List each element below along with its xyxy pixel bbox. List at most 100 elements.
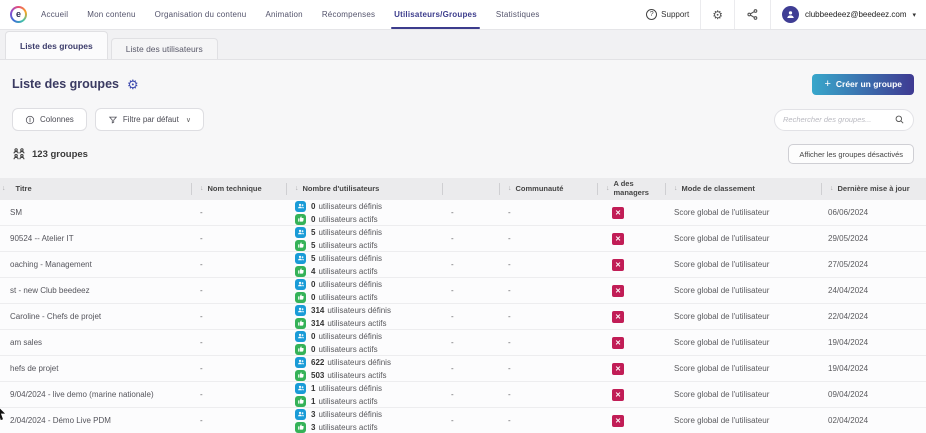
- nav-item-label: Récompenses: [322, 10, 375, 19]
- group-title: st - new Club beedeez: [10, 286, 90, 295]
- settings-button[interactable]: ⚙: [712, 0, 723, 29]
- nav-item-mon-contenu[interactable]: Mon contenu: [87, 0, 135, 29]
- cell-communaute: -: [500, 278, 598, 303]
- sort-icon[interactable]: ↓: [674, 185, 678, 193]
- column-header-label: Mode de classement: [682, 185, 755, 194]
- sort-icon[interactable]: ↓: [2, 185, 6, 193]
- users-defined-count: 1: [311, 384, 315, 393]
- sort-icon[interactable]: ↓: [830, 185, 834, 193]
- nav-item-label: Organisation du contenu: [155, 10, 247, 19]
- table-row[interactable]: am sales - 0 utilisateurs définis 0 util…: [0, 330, 926, 356]
- cell-mode-classement: Score global de l'utilisateur: [666, 382, 822, 407]
- updated-value: 06/06/2024: [828, 208, 868, 217]
- users-defined-label: utilisateurs définis: [327, 358, 391, 367]
- filter-button[interactable]: Filtre par défaut ∨: [95, 108, 204, 131]
- users-defined-count: 3: [311, 410, 315, 419]
- nav-item-organisation-du-contenu[interactable]: Organisation du contenu: [155, 0, 247, 29]
- users-active-icon: [295, 318, 306, 329]
- show-disabled-groups-button[interactable]: Afficher les groupes désactivés: [788, 144, 914, 164]
- users-defined-count: 622: [311, 358, 324, 367]
- users-active-label: utilisateurs actifs: [318, 293, 377, 302]
- group-title: oaching - Management: [10, 260, 92, 269]
- column-header[interactable]: ↓ Communauté: [500, 178, 598, 200]
- updated-value: 02/04/2024: [828, 416, 868, 425]
- cell-mode-classement: Score global de l'utilisateur: [666, 278, 822, 303]
- cell-nombre-utilisateurs: 314 utilisateurs définis 314 utilisateur…: [287, 304, 443, 329]
- column-header[interactable]: ↓ Dernière mise à jour: [822, 178, 926, 200]
- org-chart-button[interactable]: [746, 0, 759, 29]
- account-menu[interactable]: clubbeedeez@beedeez.com ▾: [782, 0, 916, 29]
- communaute-value: -: [508, 416, 511, 425]
- column-header-label: Titre: [16, 185, 32, 194]
- cell-a-des-managers: ✕: [598, 408, 666, 433]
- users-defined-label: utilisateurs définis: [318, 254, 382, 263]
- cell-derniere-mise-a-jour: 29/05/2024: [822, 226, 926, 251]
- updated-value: 09/04/2024: [828, 390, 868, 399]
- sort-icon[interactable]: ↓: [295, 185, 299, 193]
- column-header[interactable]: ↓ Nombre d'utilisateurs: [287, 178, 443, 200]
- nav-item-r-compenses[interactable]: Récompenses: [322, 0, 375, 29]
- nom-technique-value: -: [200, 234, 203, 243]
- column-header[interactable]: ↓ Titre: [0, 178, 192, 200]
- column-header[interactable]: ↓: [443, 178, 500, 200]
- table-row[interactable]: st - new Club beedeez - 0 utilisateurs d…: [0, 278, 926, 304]
- users-defined-label: utilisateurs définis: [318, 228, 382, 237]
- updated-value: 19/04/2024: [828, 338, 868, 347]
- cell-derniere-mise-a-jour: 02/04/2024: [822, 408, 926, 433]
- column-header[interactable]: ↓ Nom technique: [192, 178, 287, 200]
- beedeez-logo[interactable]: e: [10, 0, 27, 29]
- sort-icon[interactable]: ↓: [508, 185, 512, 193]
- users-defined-line: 0 utilisateurs définis: [295, 201, 382, 212]
- column-header[interactable]: ↓ A des managers: [598, 178, 666, 200]
- cell-communaute: -: [500, 382, 598, 407]
- table-row[interactable]: 90524 -- Atelier IT - 5 utilisateurs déf…: [0, 226, 926, 252]
- columns-button[interactable]: Colonnes: [12, 108, 87, 131]
- cell-extra: -: [443, 382, 500, 407]
- cell-communaute: -: [500, 356, 598, 381]
- communaute-value: -: [508, 364, 511, 373]
- no-managers-icon: ✕: [612, 363, 624, 375]
- main-menu: Accueil Mon contenu Organisation du conten…: [41, 0, 540, 29]
- create-group-label: Créer un groupe: [836, 79, 902, 89]
- table-row[interactable]: Caroline - Chefs de projet - 314 utilisa…: [0, 304, 926, 330]
- page-settings-gear-icon[interactable]: ⚙: [127, 78, 139, 91]
- tab-liste-des-groupes[interactable]: Liste des groupes: [5, 31, 108, 59]
- table-row[interactable]: hefs de projet - 622 utilisateurs défini…: [0, 356, 926, 382]
- group-title: 9/04/2024 - live demo (marine nationale): [10, 390, 154, 399]
- sort-icon[interactable]: ↓: [200, 185, 204, 193]
- support-button[interactable]: ? Support: [646, 0, 689, 29]
- cell-title: oaching - Management: [0, 252, 192, 277]
- users-active-label: utilisateurs actifs: [318, 345, 377, 354]
- nav-item-statistiques[interactable]: Statistiques: [496, 0, 540, 29]
- users-defined-count: 5: [311, 254, 315, 263]
- plus-icon: +: [824, 79, 830, 90]
- table-row[interactable]: oaching - Management - 5 utilisateurs dé…: [0, 252, 926, 278]
- users-defined-count: 0: [311, 202, 315, 211]
- column-header[interactable]: ↓ Mode de classement: [666, 178, 822, 200]
- avatar: [782, 6, 799, 23]
- search-input[interactable]: [783, 115, 894, 124]
- table-row[interactable]: SM - 0 utilisateurs définis 0 utilisateu…: [0, 200, 926, 226]
- users-active-count: 5: [311, 241, 315, 250]
- logo-ring-icon: e: [10, 6, 27, 23]
- users-active-line: 503 utilisateurs actifs: [295, 370, 387, 381]
- create-group-button[interactable]: + Créer un groupe: [812, 74, 914, 95]
- search-icon[interactable]: [894, 114, 905, 125]
- nav-item-utilisateurs-groupes[interactable]: Utilisateurs/Groupes: [394, 0, 477, 29]
- sort-icon[interactable]: ↓: [606, 185, 610, 193]
- account-email: clubbeedeez@beedeez.com: [805, 10, 907, 19]
- table-row[interactable]: 2/04/2024 - Démo Live PDM - 3 utilisateu…: [0, 408, 926, 433]
- column-header-label: Nombre d'utilisateurs: [303, 185, 380, 194]
- table-body: SM - 0 utilisateurs définis 0 utilisateu…: [0, 200, 926, 433]
- users-defined-count: 5: [311, 228, 315, 237]
- cell-title: hefs de projet: [0, 356, 192, 381]
- navbar-right: ? Support ⚙ clubbeedeez@beedeez.com ▾: [646, 0, 916, 29]
- nav-item-animation[interactable]: Animation: [265, 0, 302, 29]
- users-active-line: 0 utilisateurs actifs: [295, 344, 378, 355]
- group-title: 90524 -- Atelier IT: [10, 234, 74, 243]
- table-row[interactable]: 9/04/2024 - live demo (marine nationale)…: [0, 382, 926, 408]
- nav-item-accueil[interactable]: Accueil: [41, 0, 68, 29]
- tab-liste-des-utilisateurs[interactable]: Liste des utilisateurs: [111, 38, 218, 59]
- no-managers-icon: ✕: [612, 311, 624, 323]
- cell-mode-classement: Score global de l'utilisateur: [666, 226, 822, 251]
